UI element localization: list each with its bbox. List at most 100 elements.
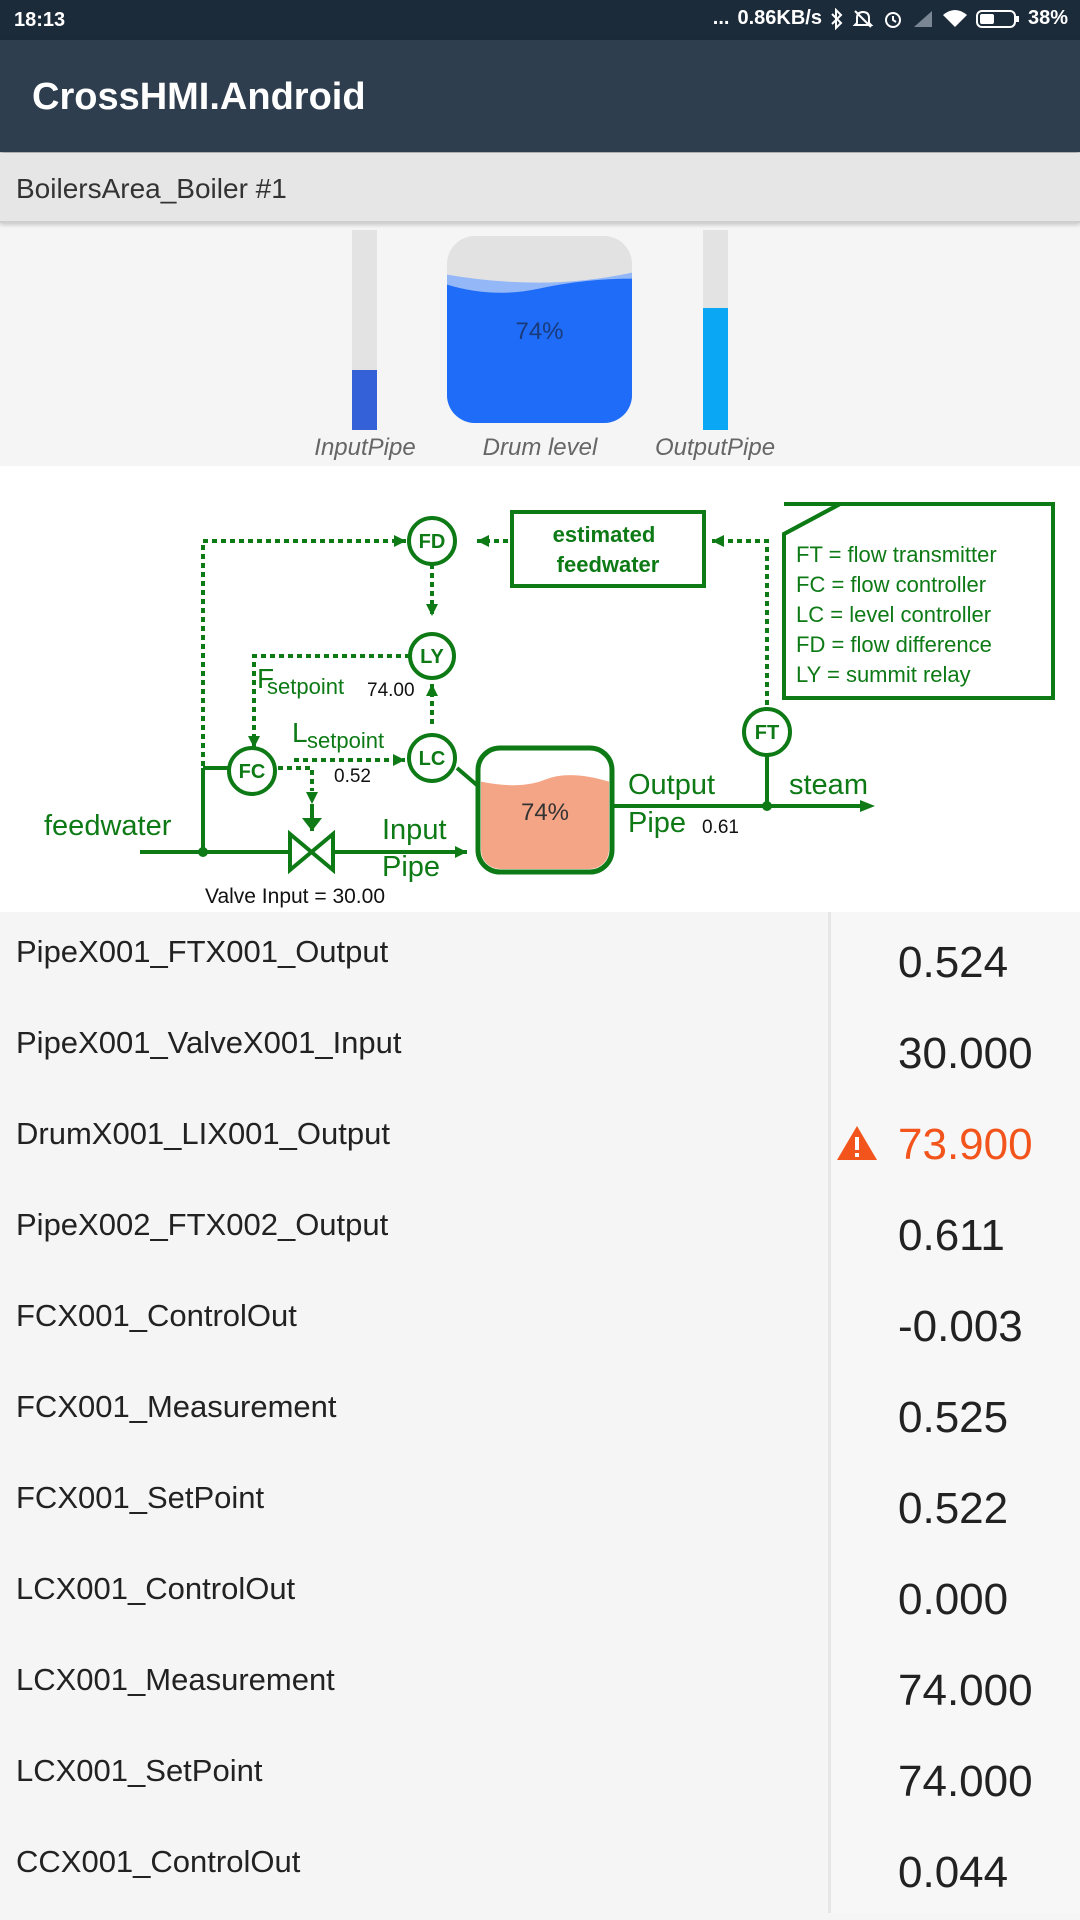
tag-value: 0.525: [898, 1393, 1009, 1442]
fc-label: FC: [239, 761, 266, 783]
app-title: CrossHMI.Android: [32, 76, 366, 118]
tag-value: 0.522: [898, 1484, 1009, 1533]
table-row[interactable]: LCX001_SetPoint 74.000: [0, 1731, 1080, 1822]
tag-value-cell: 0.525: [828, 1367, 1080, 1458]
output-pipe-value: 0.61: [702, 817, 739, 838]
battery-icon: [975, 9, 1020, 29]
drum-level-gauge: 74%: [447, 236, 632, 423]
battery-percent: 38%: [1027, 7, 1068, 29]
tag-name: LCX001_ControlOut: [16, 1571, 296, 1606]
input-pipe-line2: Pipe: [382, 851, 440, 883]
tag-name: PipeX001_ValveX001_Input: [16, 1025, 402, 1060]
tag-name: LCX001_SetPoint: [16, 1753, 263, 1788]
table-row[interactable]: DrumX001_LIX001_Output 73.900: [0, 1094, 1080, 1185]
input-pipe-gauge: [352, 230, 377, 430]
junction-dot: [762, 801, 772, 811]
l-setpoint-sub: setpoint: [307, 728, 384, 753]
tag-name: PipeX002_FTX002_Output: [16, 1207, 389, 1242]
input-pipe-line1: Input: [382, 814, 447, 846]
tag-name: CCX001_ControlOut: [16, 1844, 301, 1879]
breadcrumb: BoilersArea_Boiler #1: [0, 153, 1080, 223]
more-dots: ...: [712, 7, 730, 29]
output-pipe-label: OutputPipe: [654, 434, 776, 461]
tag-value-cell: 73.900: [828, 1094, 1080, 1185]
breadcrumb-label: BoilersArea_Boiler #1: [16, 173, 287, 204]
output-pipe-gauge-fill: [703, 308, 728, 430]
tag-value-table[interactable]: PipeX001_FTX001_Output 0.524 PipeX001_Valv…: [0, 912, 1080, 1920]
tag-value-cell: 74.000: [828, 1731, 1080, 1822]
tag-name: DrumX001_LIX001_Output: [16, 1116, 390, 1151]
ft-label: FT: [755, 722, 779, 744]
legend-item-ft: FT = flow transmitter: [796, 542, 997, 567]
tag-value: 0.524: [898, 938, 1009, 987]
diagram-legend: FT = flow transmitter FC = flow controll…: [782, 502, 1055, 700]
tag-name: LCX001_Measurement: [16, 1662, 335, 1697]
tag-value: 30.000: [898, 1029, 1033, 1078]
status-icons: ... 0.86KB/s 38%: [713, 7, 1068, 30]
table-row[interactable]: LCX001_ControlOut 0.000: [0, 1549, 1080, 1640]
ly-label: LY: [420, 646, 444, 668]
legend-item-fd: FD = flow difference: [796, 632, 992, 657]
steam-label: steam: [789, 769, 868, 801]
drum-tank: 74%: [475, 745, 615, 875]
status-bar: 18:13 ... 0.86KB/s 38%: [0, 0, 1080, 40]
svg-text:estimated: estimated: [553, 522, 656, 547]
tag-value: 73.900: [898, 1120, 1033, 1169]
wifi-icon: [942, 9, 968, 29]
drum-level-value: 74%: [515, 318, 564, 345]
fd-label: FD: [419, 531, 446, 553]
output-pipe-line1: Output: [628, 769, 715, 801]
input-pipe-label: InputPipe: [314, 434, 416, 461]
lc-label: LC: [419, 748, 446, 770]
tag-value: 74.000: [898, 1666, 1033, 1715]
table-row[interactable]: FCX001_ControlOut -0.003: [0, 1276, 1080, 1367]
tag-value-cell: 0.524: [828, 912, 1080, 1003]
tag-value: 0.611: [898, 1211, 1005, 1260]
steam-arrow: [860, 800, 875, 812]
input-pipe-gauge-fill: [352, 370, 377, 430]
f-setpoint-sub: setpoint: [267, 674, 344, 699]
table-row[interactable]: PipeX001_ValveX001_Input 30.000: [0, 1003, 1080, 1094]
table-row[interactable]: FCX001_Measurement 0.525: [0, 1367, 1080, 1458]
mute-icon: [852, 8, 874, 30]
tag-value-cell: -0.003: [828, 1276, 1080, 1367]
tank-level-text: 74%: [521, 799, 569, 826]
legend-item-lc: LC = level controller: [796, 602, 991, 627]
control-valve: [288, 818, 335, 875]
table-row[interactable]: FCX001_SetPoint 0.522: [0, 1458, 1080, 1549]
legend-item-fc: FC = flow controller: [796, 572, 986, 597]
tag-value: -0.003: [898, 1302, 1023, 1351]
tag-value-cell: 0.611: [828, 1185, 1080, 1276]
tag-value-cell: 74.000: [828, 1640, 1080, 1731]
tag-value: 0.044: [898, 1848, 1009, 1897]
signal-icon: [912, 9, 934, 29]
valve-input-label: Valve Input = 30.00: [205, 885, 385, 908]
table-row[interactable]: LCX001_Measurement 74.000: [0, 1640, 1080, 1731]
warning-icon: [837, 1126, 877, 1160]
table-row[interactable]: PipeX002_FTX002_Output 0.611: [0, 1185, 1080, 1276]
l-setpoint-value: 0.52: [334, 766, 371, 787]
network-speed: 0.86KB/s: [737, 7, 822, 29]
tag-value-cell: 30.000: [828, 1003, 1080, 1094]
l-setpoint-prefix: L: [292, 717, 308, 748]
tag-name: FCX001_Measurement: [16, 1389, 337, 1424]
output-pipe-gauge: [703, 230, 728, 430]
svg-text:feedwater: feedwater: [557, 552, 660, 577]
tag-value: 0.000: [898, 1575, 1009, 1624]
tag-value-cell: 0.044: [828, 1822, 1080, 1913]
tag-name: FCX001_SetPoint: [16, 1480, 265, 1515]
alarm-icon: [882, 8, 904, 30]
junction-dot: [198, 847, 208, 857]
tag-name: PipeX001_FTX001_Output: [16, 934, 389, 969]
estimated-feedwater-box: estimated feedwater: [510, 510, 706, 588]
tag-value-cell: 0.522: [828, 1458, 1080, 1549]
tag-name: FCX001_ControlOut: [16, 1298, 297, 1333]
gauges-panel: InputPipe 74% Drum level OutputPipe: [0, 224, 1080, 464]
tag-value-cell: 0.000: [828, 1549, 1080, 1640]
table-row[interactable]: CCX001_ControlOut 0.044: [0, 1822, 1080, 1913]
app-bar: CrossHMI.Android: [0, 40, 1080, 152]
drum-level-label: Drum level: [482, 434, 598, 461]
process-diagram-svg: 74% estimated feedwater FT = flow transm…: [44, 502, 1055, 908]
table-row[interactable]: PipeX001_FTX001_Output 0.524: [0, 912, 1080, 1003]
tag-value: 74.000: [898, 1757, 1033, 1806]
